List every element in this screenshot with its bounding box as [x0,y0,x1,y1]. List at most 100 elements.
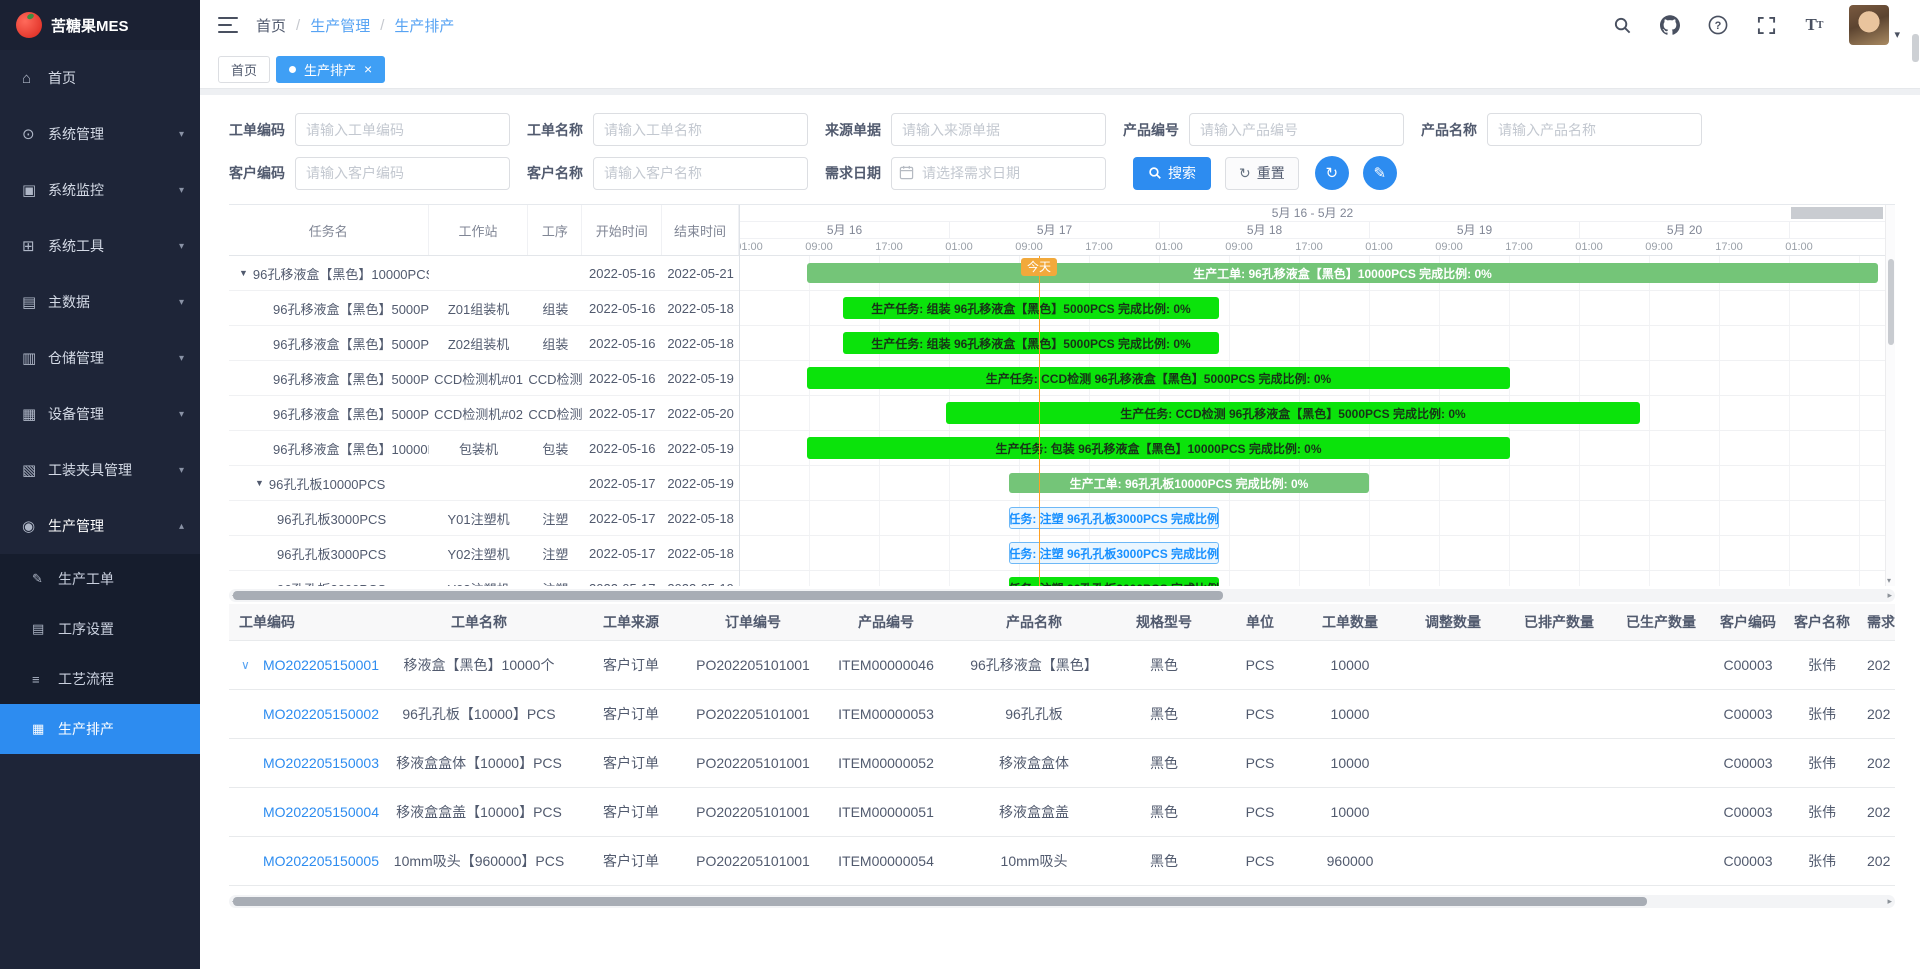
sidebar-toggle-icon[interactable] [218,17,238,33]
search-icon[interactable] [1611,14,1633,36]
filter-label: 产品名称 [1421,120,1477,140]
sidebar-item[interactable]: ▤ 工序设置 [0,604,200,654]
gantt-vscroll-thumb[interactable] [1888,259,1894,345]
filter-label: 客户名称 [527,163,583,183]
row-collapse-icon[interactable]: ▼ [239,268,248,278]
work-order-code-link[interactable]: MO202205150001 [263,657,379,673]
avatar[interactable] [1849,5,1889,45]
table-hscroll-thumb[interactable] [233,897,1647,906]
timeline-hour-label: 01:00 [740,239,763,256]
scroll-right-icon[interactable]: ▸ [1887,896,1892,907]
breadcrumb-item[interactable]: 生产排产 [394,15,454,36]
filter-input[interactable] [593,113,808,146]
gantt-task-row[interactable]: 96孔移液盒【黑色】5000PCS Z02组装机 组装 2022-05-16 2… [229,326,739,361]
gantt-task-row[interactable]: 96孔移液盒【黑色】5000PCS Z01组装机 组装 2022-05-16 2… [229,291,739,326]
page-tab[interactable]: 首页 [218,56,270,83]
gantt-task-row[interactable]: 96孔移液盒【黑色】10000PCS 包装机 包装 2022-05-16 202… [229,431,739,466]
table-row[interactable]: MO202205150004 移液盒盒盖【10000】PCS 客户订单 PO20… [229,788,1895,837]
work-order-code-link[interactable]: MO202205150002 [263,706,379,722]
gantt-horizontal-scrollbar[interactable]: ◂ ▸ [229,589,1895,602]
filter-input[interactable] [1487,113,1702,146]
github-icon[interactable] [1659,14,1681,36]
edit-button[interactable]: ✎ [1363,156,1397,190]
sidebar-item[interactable]: ▤ 主数据 ▾ [0,274,200,330]
work-order-code-link[interactable]: MO202205150005 [263,853,379,869]
gantt-task-row[interactable]: ▼ 96孔孔板10000PCS 2022-05-17 2022-05-19 [229,466,739,501]
sidebar-item[interactable]: ⌂ 首页 [0,50,200,106]
table-row[interactable]: MO202205150005 10mm吸头【960000】PCS 客户订单 PO… [229,837,1895,886]
gantt-bar[interactable]: 生产任务: 注塑 96孔孔板3000PCS 完成比例: 0% [1009,542,1219,564]
logo[interactable]: 苦糖果MES [0,0,200,50]
gantt-bar[interactable]: 生产任务: CCD检测 96孔移液盒【黑色】5000PCS 完成比例: 0% [946,402,1640,424]
table-row[interactable]: ∨ MO202205150001 移液盒【黑色】10000个 客户订单 PO20… [229,641,1895,690]
sidebar-item-label: 工序设置 [58,619,184,639]
gantt-bar[interactable]: 生产任务: 注塑 96孔孔板3000PCS 完成比例: 0% [1009,507,1219,529]
row-expand-icon[interactable]: ∨ [241,658,250,672]
sidebar-item[interactable]: ▦ 设备管理 ▾ [0,386,200,442]
gantt-vertical-scrollbar[interactable]: ▾ [1885,205,1895,586]
demand-date: 202 [1859,837,1895,885]
gantt-bar[interactable]: 生产任务: 包装 96孔移液盒【黑色】10000PCS 完成比例: 0% [807,437,1510,459]
timeline-header-scrollbar[interactable] [1791,207,1883,219]
table-column-header: 工单编码 [229,604,389,640]
table-horizontal-scrollbar[interactable]: ◂ ▸ [229,895,1895,908]
chevron-icon: ▾ [179,241,184,252]
gantt-bar[interactable]: 生产任务: 组装 96孔移液盒【黑色】5000PCS 完成比例: 0% [843,297,1219,319]
customer-name: 张伟 [1785,690,1859,738]
sidebar-item[interactable]: ⊞ 系统工具 ▾ [0,218,200,274]
gantt-task-row[interactable]: 96孔孔板3000PCS Y02注塑机 注塑 2022-05-17 2022-0… [229,536,739,571]
breadcrumb-item[interactable]: 生产管理 [310,15,370,36]
page-scrollbar-thumb[interactable] [1912,34,1919,62]
filter-input[interactable] [891,157,1106,190]
filter-input[interactable] [295,157,510,190]
sidebar-item[interactable]: ≡ 工艺流程 [0,654,200,704]
filter-input[interactable] [1189,113,1404,146]
scroll-right-icon[interactable]: ▸ [1887,590,1892,601]
avatar-caret-icon[interactable]: ▾ [1894,28,1900,45]
gantt-task-row[interactable]: 96孔孔板3000PCS Y01注塑机 注塑 2022-05-17 2022-0… [229,501,739,536]
breadcrumb-item[interactable]: 首页 [256,15,286,36]
sidebar-item[interactable]: ✎ 生产工单 [0,554,200,604]
search-button[interactable]: 搜索 [1133,157,1211,190]
table-column-header: 需求日期 [1859,604,1895,640]
gantt-bar[interactable]: 生产任务: 组装 96孔移液盒【黑色】5000PCS 完成比例: 0% [843,332,1219,354]
sidebar-item[interactable]: ▧ 工装夹具管理 ▾ [0,442,200,498]
sidebar-item[interactable]: ▦ 生产排产 [0,704,200,754]
chevron-icon: ▾ [179,353,184,364]
page-tab[interactable]: 生产排产 × [276,56,385,83]
sidebar-item[interactable]: ▥ 仓储管理 ▾ [0,330,200,386]
row-collapse-icon[interactable]: ▼ [255,478,264,488]
gantt-column-header: 结束时间 [662,205,739,255]
task-process: 组装 [528,291,582,325]
gantt-hscroll-thumb[interactable] [233,591,1223,600]
gantt-bar[interactable]: 生产任务: CCD检测 96孔移液盒【黑色】5000PCS 完成比例: 0% [807,367,1510,389]
sidebar-item[interactable]: ▣ 系统监控 ▾ [0,162,200,218]
gantt-task-row[interactable]: 96孔移液盒【黑色】5000PCS CCD检测机#01 CCD检测 2022-0… [229,361,739,396]
font-size-icon[interactable]: TT [1803,14,1825,36]
gantt-task-row[interactable]: 96孔孔板3000PCS Y03注塑机 注塑 2022-05-17 2022-0… [229,571,739,586]
fullscreen-icon[interactable] [1755,14,1777,36]
gantt-task-row[interactable]: ▼ 96孔移液盒【黑色】10000PCS 2022-05-16 2022-05-… [229,256,739,291]
table-row[interactable]: MO202205150003 移液盒盒体【10000】PCS 客户订单 PO20… [229,739,1895,788]
refresh-button[interactable]: ↻ [1315,156,1349,190]
sidebar-item[interactable]: ⊙ 系统管理 ▾ [0,106,200,162]
gantt-bar[interactable]: 生产工单: 96孔孔板10000PCS 完成比例: 0% [1009,473,1369,493]
work-order-code-link[interactable]: MO202205150003 [263,755,379,771]
order-quantity: 10000 [1301,690,1399,738]
sidebar-item[interactable]: ◉ 生产管理 ▴ [0,498,200,554]
task-workstation: Y03注塑机 [429,571,529,586]
scroll-down-icon[interactable]: ▾ [1887,576,1891,585]
gantt-bar[interactable]: 生产工单: 96孔移液盒【黑色】10000PCS 完成比例: 0% [807,263,1878,283]
filter-label: 需求日期 [825,163,881,183]
filter-input[interactable] [891,113,1106,146]
filter-input[interactable] [593,157,808,190]
tab-close-icon[interactable]: × [364,62,372,76]
reset-button[interactable]: ↻ 重置 [1225,157,1299,190]
filter-input[interactable] [295,113,510,146]
gantt-column-header: 任务名 [229,205,429,255]
gantt-task-row[interactable]: 96孔移液盒【黑色】5000PCS CCD检测机#02 CCD检测 2022-0… [229,396,739,431]
help-icon[interactable]: ? [1707,14,1729,36]
table-row[interactable]: MO202205150002 96孔孔板【10000】PCS 客户订单 PO20… [229,690,1895,739]
work-order-code-link[interactable]: MO202205150004 [263,804,379,820]
gantt-bar[interactable]: 生产任务: 注塑 96孔孔板3000PCS 完成比例: 0% [1009,577,1219,586]
